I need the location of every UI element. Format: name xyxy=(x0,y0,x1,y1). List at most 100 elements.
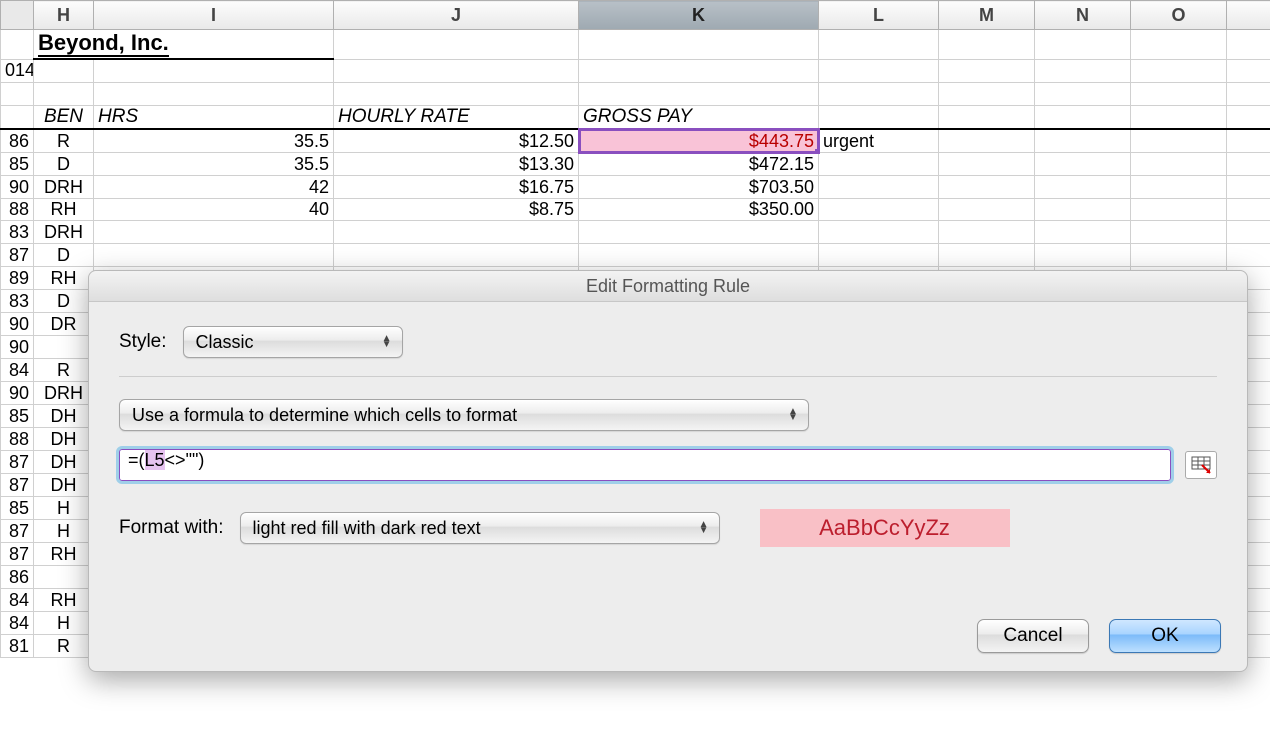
ben-cell[interactable]: H xyxy=(34,612,94,635)
gross-pay-cell[interactable] xyxy=(579,244,819,267)
hrs-cell[interactable]: 35.5 xyxy=(94,153,334,176)
row-id-cell[interactable]: 85 xyxy=(1,153,34,176)
header-gross-pay[interactable]: GROSS PAY xyxy=(579,106,819,130)
table-row[interactable]: 86R35.5$12.50$443.75urgent xyxy=(1,129,1270,153)
ben-cell[interactable]: RH xyxy=(34,589,94,612)
cell[interactable] xyxy=(1227,176,1270,199)
note-cell[interactable] xyxy=(819,176,939,199)
ben-cell[interactable]: DH xyxy=(34,428,94,451)
note-cell[interactable] xyxy=(819,221,939,244)
note-cell[interactable]: urgent xyxy=(819,129,939,153)
header-labels-row[interactable]: BEN HRS HOURLY RATE GROSS PAY xyxy=(1,106,1270,130)
cell[interactable] xyxy=(1131,221,1227,244)
row-id-cell[interactable]: 81 xyxy=(1,635,34,658)
note-cell[interactable] xyxy=(819,153,939,176)
column-header-O[interactable]: O xyxy=(1131,1,1227,30)
header-ben[interactable]: BEN xyxy=(34,106,94,130)
row-id-cell[interactable]: 89 xyxy=(1,267,34,290)
cell[interactable] xyxy=(939,129,1035,153)
ben-cell[interactable]: DH xyxy=(34,405,94,428)
ben-cell[interactable]: DRH xyxy=(34,382,94,405)
ben-cell[interactable]: DR xyxy=(34,313,94,336)
row-id-cell[interactable]: 85 xyxy=(1,497,34,520)
ben-cell[interactable] xyxy=(34,566,94,589)
ben-cell[interactable]: D xyxy=(34,290,94,313)
row-id-cell[interactable]: 87 xyxy=(1,474,34,497)
hourly-rate-cell[interactable] xyxy=(334,221,579,244)
gross-pay-cell[interactable]: $350.00 xyxy=(579,199,819,221)
header-hrs[interactable]: HRS xyxy=(94,106,334,130)
row-id-cell[interactable]: 88 xyxy=(1,199,34,221)
ben-cell[interactable]: R xyxy=(34,359,94,382)
cell[interactable] xyxy=(1131,244,1227,267)
formula-input[interactable]: =(L5<>"") xyxy=(119,449,1171,481)
note-cell[interactable] xyxy=(819,244,939,267)
ok-button[interactable]: OK xyxy=(1109,619,1221,653)
cell[interactable] xyxy=(1035,153,1131,176)
rule-type-select[interactable]: Use a formula to determine which cells t… xyxy=(119,399,809,431)
column-header-row[interactable]: H I J K L M N O xyxy=(1,1,1270,30)
blank-row[interactable] xyxy=(1,83,1270,106)
row-id-cell[interactable]: 90 xyxy=(1,382,34,405)
cell[interactable] xyxy=(1,30,34,60)
hourly-rate-cell[interactable]: $13.30 xyxy=(334,153,579,176)
cell[interactable] xyxy=(939,221,1035,244)
cell[interactable] xyxy=(1131,153,1227,176)
hrs-cell[interactable] xyxy=(94,244,334,267)
cell[interactable] xyxy=(1227,59,1270,83)
cell[interactable] xyxy=(1035,59,1131,83)
gross-pay-cell[interactable]: $443.75 xyxy=(579,129,819,153)
row-id-cell[interactable]: 90 xyxy=(1,176,34,199)
cell[interactable] xyxy=(94,59,334,83)
column-header-L[interactable]: L xyxy=(819,1,939,30)
row-id-cell[interactable]: 87 xyxy=(1,451,34,474)
company-name-cell[interactable]: Beyond, Inc. xyxy=(34,30,334,60)
cell[interactable] xyxy=(819,59,939,83)
row-id-cell[interactable]: 87 xyxy=(1,244,34,267)
ben-cell[interactable]: RH xyxy=(34,199,94,221)
ben-cell[interactable]: D xyxy=(34,153,94,176)
hrs-cell[interactable]: 42 xyxy=(94,176,334,199)
ben-cell[interactable]: R xyxy=(34,129,94,153)
format-with-select[interactable]: light red fill with dark red text xyxy=(240,512,720,544)
cell[interactable] xyxy=(939,59,1035,83)
cell[interactable] xyxy=(1227,244,1270,267)
row-id-cell[interactable]: 90 xyxy=(1,336,34,359)
ben-cell[interactable]: DRH xyxy=(34,176,94,199)
column-header-K[interactable]: K xyxy=(579,1,819,30)
cell[interactable] xyxy=(1227,30,1270,60)
style-select[interactable]: Classic xyxy=(183,326,403,358)
cell[interactable] xyxy=(334,30,579,60)
hrs-cell[interactable]: 35.5 xyxy=(94,129,334,153)
cell[interactable] xyxy=(1035,30,1131,60)
ben-cell[interactable]: DH xyxy=(34,474,94,497)
hourly-rate-cell[interactable]: $12.50 xyxy=(334,129,579,153)
hourly-rate-cell[interactable]: $16.75 xyxy=(334,176,579,199)
cell[interactable] xyxy=(1131,176,1227,199)
cell[interactable] xyxy=(939,199,1035,221)
cell[interactable] xyxy=(1227,221,1270,244)
cell[interactable] xyxy=(579,30,819,60)
company-row[interactable]: Beyond, Inc. xyxy=(1,30,1270,60)
column-header-I[interactable]: I xyxy=(94,1,334,30)
cell[interactable] xyxy=(1131,30,1227,60)
hrs-cell[interactable] xyxy=(94,221,334,244)
gross-pay-cell[interactable]: $472.15 xyxy=(579,153,819,176)
ben-cell[interactable]: H xyxy=(34,497,94,520)
row-id-cell[interactable]: 86 xyxy=(1,129,34,153)
ben-cell[interactable]: H xyxy=(34,520,94,543)
hourly-rate-cell[interactable]: $8.75 xyxy=(334,199,579,221)
column-header-M[interactable]: M xyxy=(939,1,1035,30)
cell[interactable] xyxy=(1035,176,1131,199)
cell[interactable] xyxy=(1131,199,1227,221)
note-cell[interactable] xyxy=(819,199,939,221)
table-row[interactable]: 90DRH42$16.75$703.50 xyxy=(1,176,1270,199)
hrs-cell[interactable]: 40 xyxy=(94,199,334,221)
table-row[interactable]: 83DRH xyxy=(1,221,1270,244)
cell[interactable] xyxy=(1035,221,1131,244)
cell[interactable] xyxy=(939,30,1035,60)
row-id-cell[interactable]: 83 xyxy=(1,221,34,244)
ben-cell[interactable]: DH xyxy=(34,451,94,474)
column-header-H[interactable]: H xyxy=(34,1,94,30)
cell[interactable] xyxy=(939,176,1035,199)
